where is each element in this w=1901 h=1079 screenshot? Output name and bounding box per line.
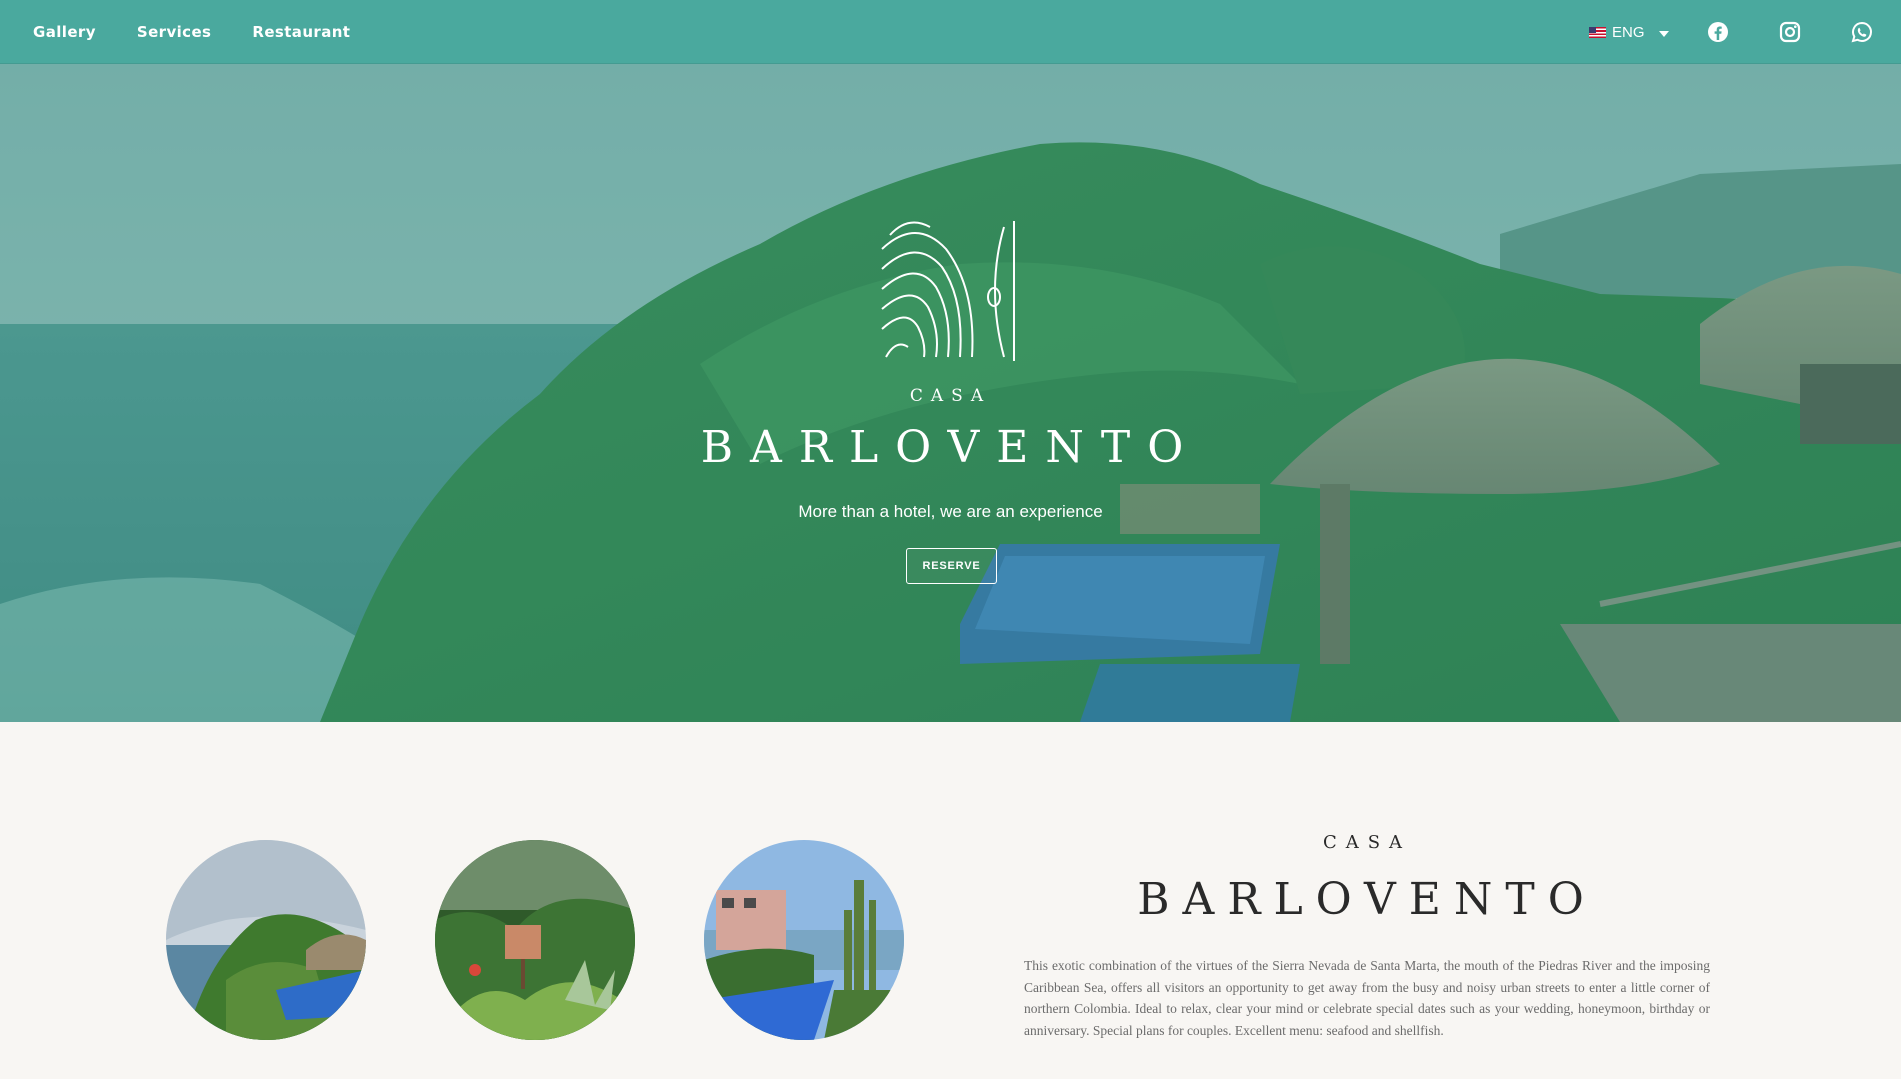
gallery-photo-hill bbox=[166, 840, 366, 1040]
about-logo-name: BARLOVENTO bbox=[1137, 874, 1597, 925]
hero-logo-name: BARLOVENTO bbox=[700, 422, 1201, 473]
gallery-photo-garden bbox=[435, 840, 635, 1040]
nav-link-restaurant[interactable]: Restaurant bbox=[252, 23, 350, 41]
nav-right: ENG bbox=[1561, 0, 1901, 64]
gallery-photo-pool bbox=[704, 840, 904, 1040]
hero-logo-casa: CASA bbox=[909, 386, 992, 406]
nav-links: Gallery Services Restaurant bbox=[33, 0, 350, 64]
us-flag-icon bbox=[1589, 27, 1606, 38]
whatsapp-icon[interactable] bbox=[1850, 20, 1874, 44]
caret-down-icon bbox=[1658, 30, 1669, 37]
instagram-icon[interactable] bbox=[1778, 20, 1802, 44]
barlovento-logo-icon bbox=[881, 221, 1015, 361]
about-logo-casa: CASA bbox=[1322, 832, 1412, 853]
top-navbar: Gallery Services Restaurant ENG bbox=[0, 0, 1901, 64]
reserve-button[interactable]: RESERVE bbox=[906, 548, 997, 584]
facebook-icon[interactable] bbox=[1706, 20, 1730, 44]
language-label: ENG bbox=[1612, 24, 1645, 41]
hero-tagline: More than a hotel, we are an experience bbox=[798, 502, 1103, 521]
nav-link-gallery[interactable]: Gallery bbox=[33, 23, 96, 41]
hero-section: CASA BARLOVENTO More than a hotel, we ar… bbox=[0, 64, 1901, 722]
language-selector[interactable]: ENG bbox=[1589, 24, 1669, 41]
about-description: This exotic combination of the virtues o… bbox=[1024, 958, 1710, 1039]
nav-link-services[interactable]: Services bbox=[137, 23, 212, 41]
